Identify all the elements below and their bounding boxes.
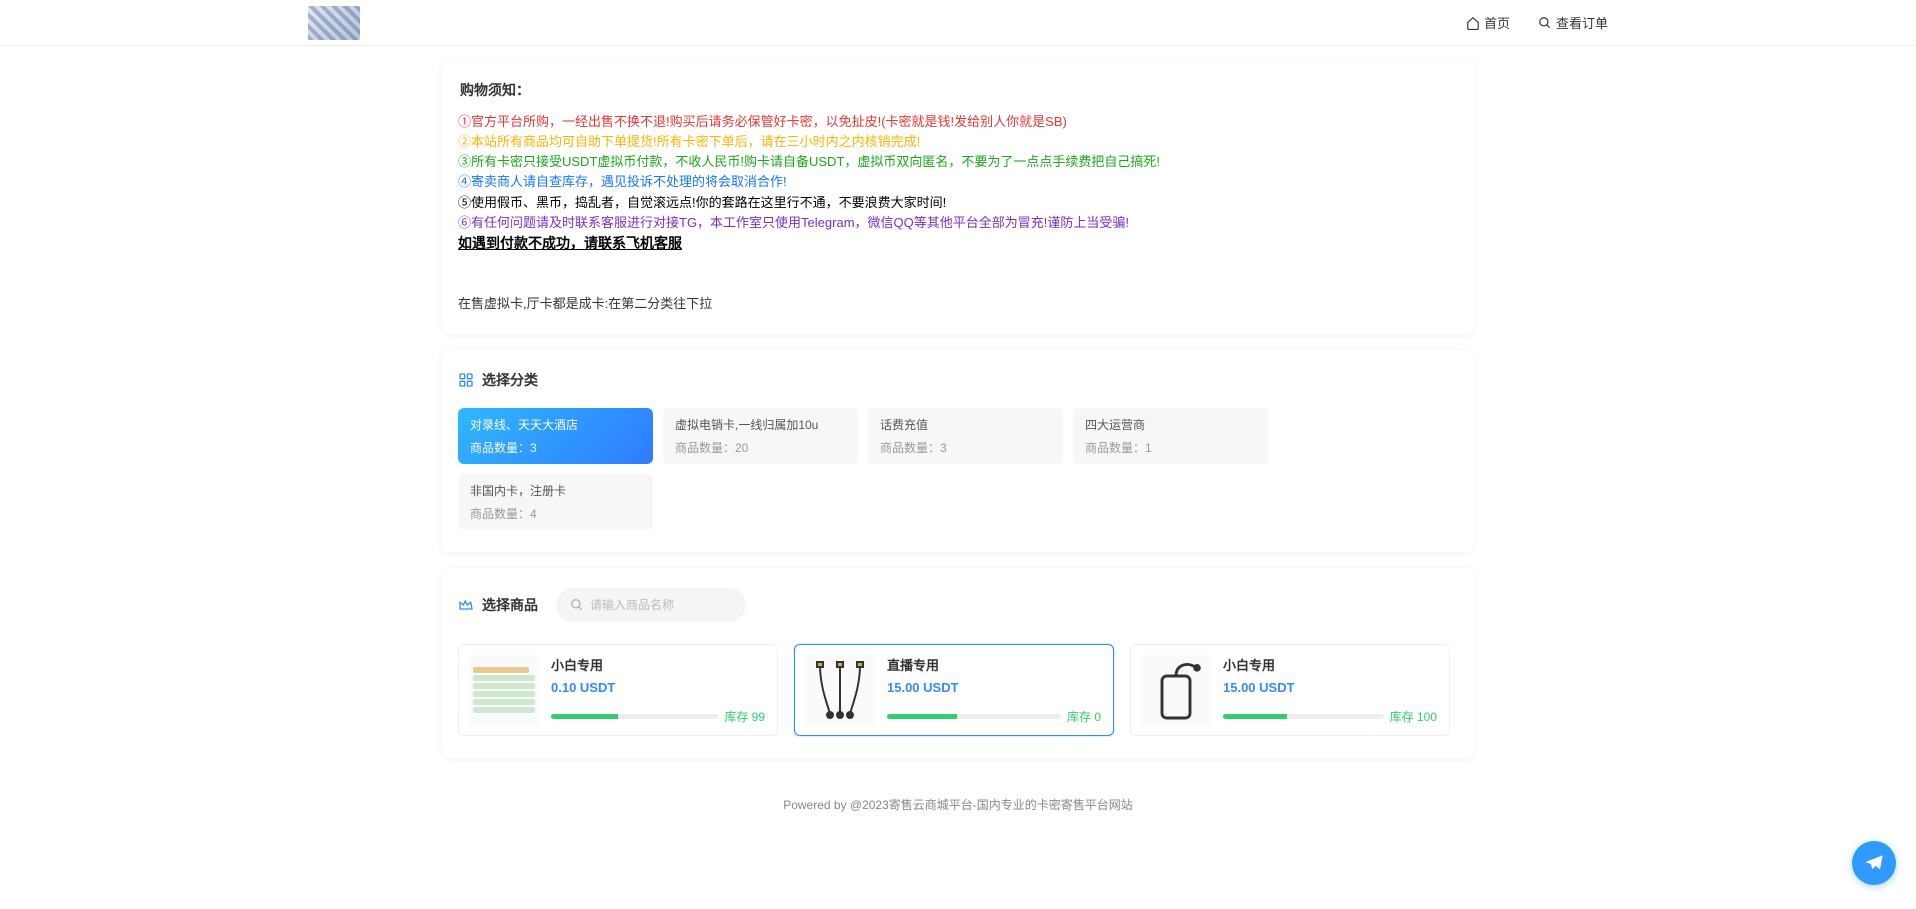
notice-line: ①官方平台所购，一经出售不换不退!购买后请务必保管好卡密，以免扯皮!(卡密就是钱… xyxy=(458,112,1458,132)
search-icon xyxy=(1538,16,1552,30)
stock-label: 库存 0 xyxy=(1067,708,1101,725)
notice-line: ⑤使用假币、黑币，捣乱者，自觉滚远点!你的套路在这里行不通，不要浪费大家时间! xyxy=(458,193,1458,213)
product-thumb xyxy=(1141,655,1211,725)
category-count: 商品数量：20 xyxy=(675,439,846,456)
product-price: 0.10 USDT xyxy=(551,680,765,695)
notice-line: ④寄卖商人请自查库存，遇见投诉不处理的将会取消合作! xyxy=(458,172,1458,192)
category-item[interactable]: 虚拟电销卡,一线归属加10u 商品数量：20 xyxy=(663,408,858,464)
stock-label: 库存 99 xyxy=(724,708,765,725)
telegram-fab[interactable] xyxy=(1852,841,1896,885)
nav-orders[interactable]: 查看订单 xyxy=(1538,13,1608,32)
notice-sub-line: 在售虚拟卡,厅卡都是成卡:在第二分类往下拉 xyxy=(458,293,1458,312)
nav-home[interactable]: 首页 xyxy=(1466,13,1510,32)
home-icon xyxy=(1466,16,1480,30)
category-title: 话费充值 xyxy=(880,418,1051,433)
notice-title: 购物须知： xyxy=(458,80,1458,100)
stock-progress xyxy=(1223,714,1384,719)
stock-progress xyxy=(551,714,718,719)
category-count: 商品数量：3 xyxy=(880,439,1051,456)
product-name: 小白专用 xyxy=(551,655,765,674)
product-item[interactable]: 小白专用 15.00 USDT 库存 100 xyxy=(1130,644,1450,736)
product-price: 15.00 USDT xyxy=(887,680,1101,695)
product-thumb xyxy=(469,655,539,725)
nav-home-label: 首页 xyxy=(1484,13,1510,32)
category-item[interactable]: 对录线、天天大酒店商品数量：3 xyxy=(458,408,653,464)
category-card: 选择分类 对录线、天天大酒店商品数量：3虚拟电销卡,一线归属加10u商品数量：2… xyxy=(442,350,1474,552)
category-item[interactable]: 四大运营商商品数量：1 xyxy=(1073,408,1268,464)
stock-progress xyxy=(887,714,1061,719)
page-footer: Powered by @2023寄售云商城平台-国内专业的卡密寄售平台网站 xyxy=(0,774,1916,843)
category-item[interactable]: 话费充值商品数量：3 xyxy=(868,408,1063,464)
product-name: 直播专用 xyxy=(887,655,1101,674)
category-title: 虚拟电销卡,一线归属加10u xyxy=(675,418,846,433)
category-title: 四大运营商 xyxy=(1085,418,1256,433)
product-name: 小白专用 xyxy=(1223,655,1437,674)
notice-card: 购物须知： ①官方平台所购，一经出售不换不退!购买后请务必保管好卡密，以免扯皮!… xyxy=(442,60,1474,334)
top-header: 首页 查看订单 xyxy=(0,0,1916,46)
nav-orders-label: 查看订单 xyxy=(1556,13,1608,32)
category-title: 非国内卡，注册卡 xyxy=(470,484,641,499)
crown-icon xyxy=(458,597,474,613)
product-price: 15.00 USDT xyxy=(1223,680,1437,695)
category-count: 商品数量：3 xyxy=(470,439,641,456)
notice-contact-line: 如遇到付款不成功，请联系飞机客服 xyxy=(458,233,1458,253)
product-search-input[interactable] xyxy=(590,598,732,612)
product-thumb xyxy=(805,655,875,725)
category-header: 选择分类 xyxy=(482,370,538,390)
category-title: 对录线、天天大酒店 xyxy=(470,418,641,433)
category-count: 商品数量：1 xyxy=(1085,439,1256,456)
category-item[interactable]: 非国内卡，注册卡商品数量：4 xyxy=(458,474,653,530)
product-search-box[interactable] xyxy=(556,588,746,622)
grid-icon xyxy=(458,372,474,388)
site-logo[interactable] xyxy=(308,6,360,40)
notice-line: ③所有卡密只接受USDT虚拟币付款，不收人民币!购卡请自备USDT，虚拟币双向匿… xyxy=(458,152,1458,172)
product-header: 选择商品 xyxy=(482,595,538,615)
notice-line: ②本站所有商品均可自助下单提货!所有卡密下单后，请在三小时内之内核销完成! xyxy=(458,132,1458,152)
product-item[interactable]: 直播专用 15.00 USDT 库存 0 xyxy=(794,644,1114,736)
product-card: 选择商品 小白专用 0.10 USDT 库存 99 直播专用 15.00 USDT 库存 … xyxy=(442,568,1474,758)
search-input-icon xyxy=(570,598,584,612)
stock-label: 库存 100 xyxy=(1390,708,1437,725)
product-item[interactable]: 小白专用 0.10 USDT 库存 99 xyxy=(458,644,778,736)
category-count: 商品数量：4 xyxy=(470,505,641,522)
notice-line: ⑥有任何问题请及时联系客服进行对接TG，本工作室只使用Telegram，微信QQ… xyxy=(458,213,1458,233)
telegram-icon xyxy=(1863,852,1885,874)
